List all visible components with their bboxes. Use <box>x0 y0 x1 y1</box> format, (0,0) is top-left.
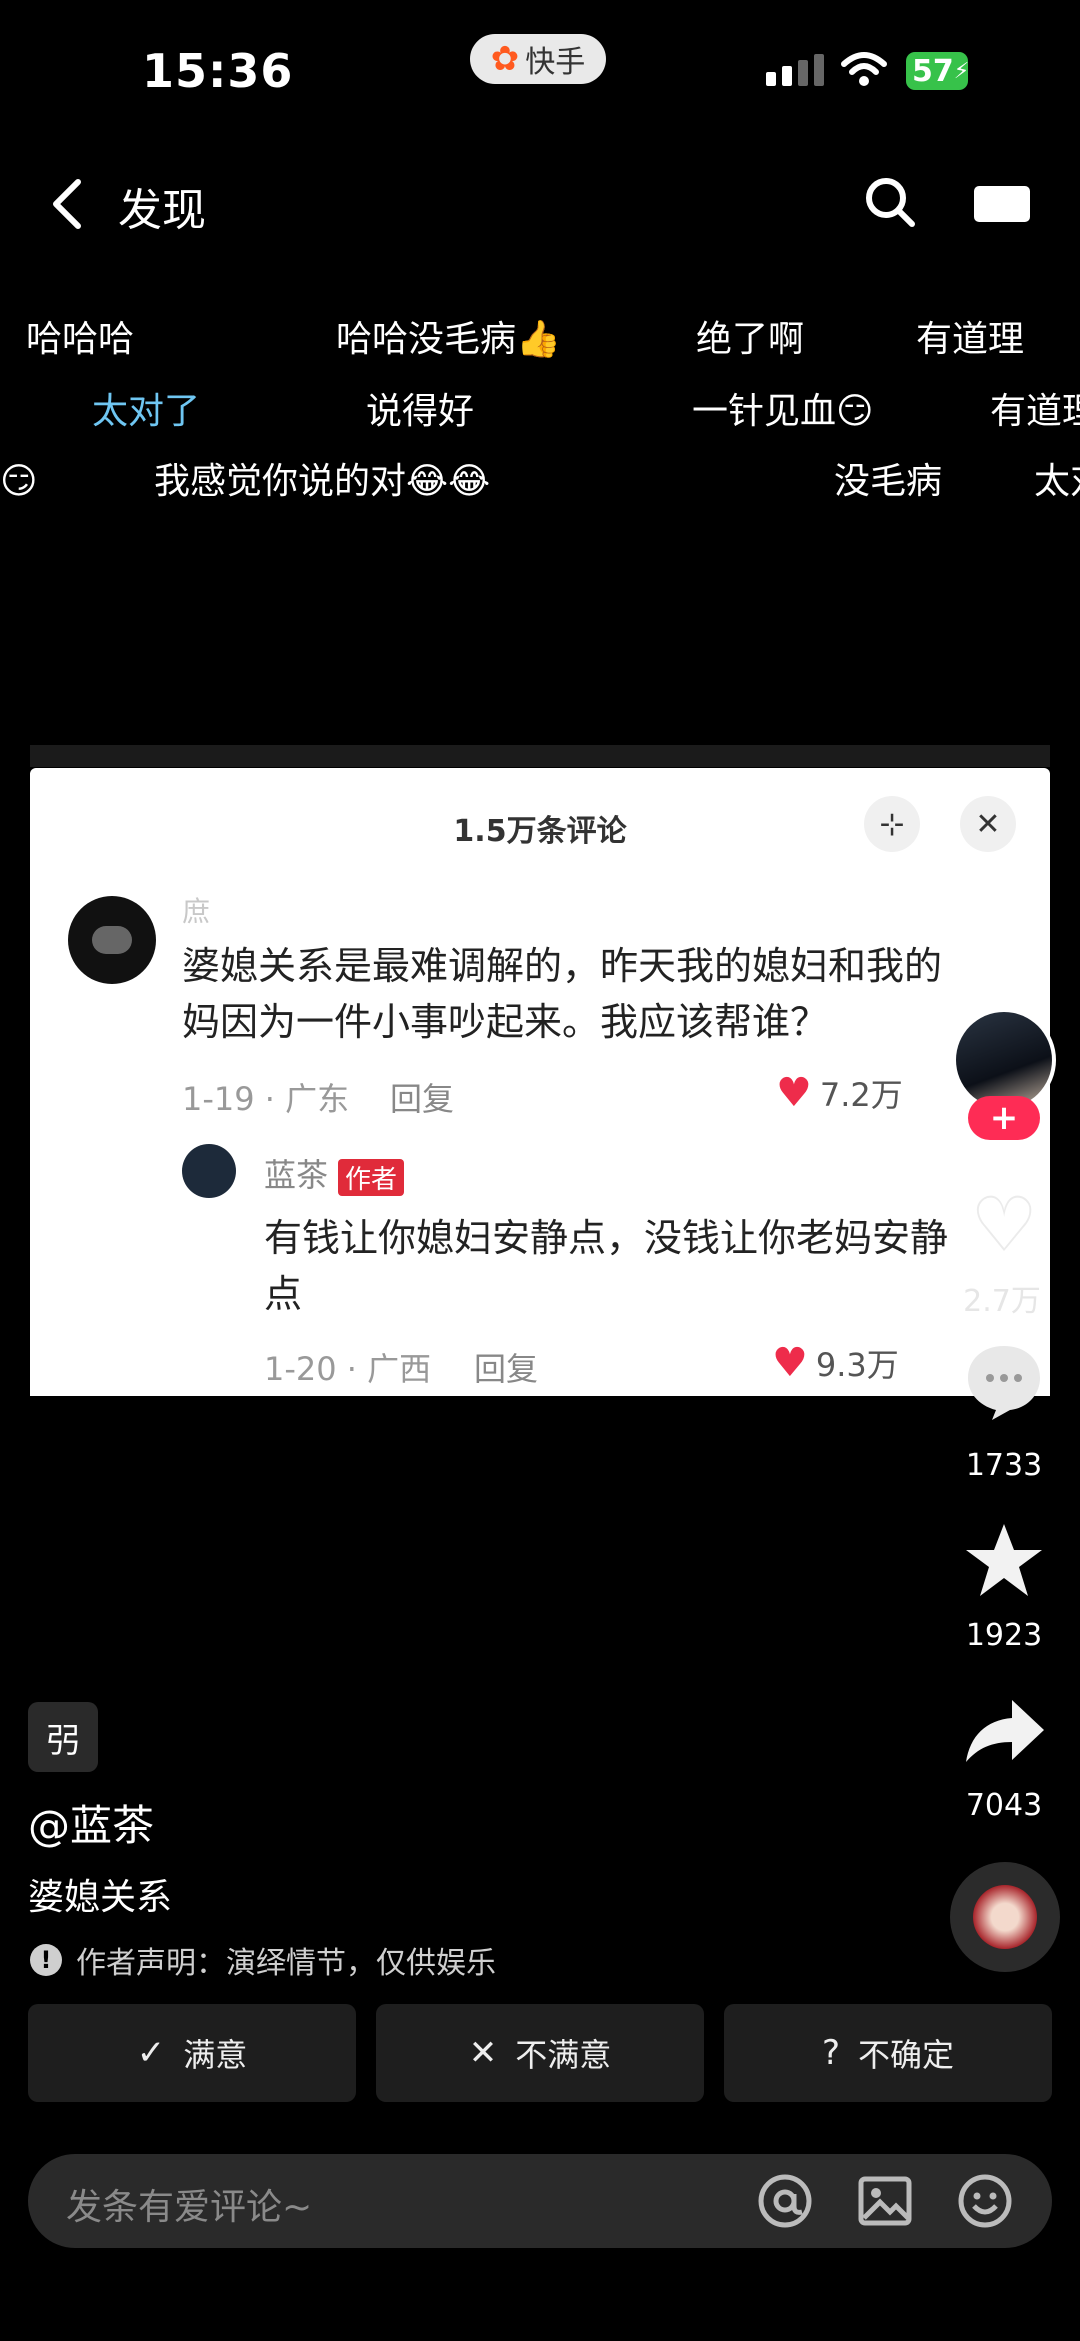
danmaku-item: 我感觉你说的对😂😂 <box>154 461 491 502</box>
comment-like-count: 7.2万 <box>819 1076 903 1114</box>
heart-icon: ♥ <box>772 1340 808 1386</box>
at-mention-icon[interactable] <box>756 2172 814 2230</box>
search-icon[interactable] <box>864 176 916 228</box>
comment-text-line1: 婆媳关系是最难调解的，昨天我的媳妇和我的 <box>182 944 943 988</box>
tag-chip[interactable]: 弜 <box>28 1702 98 1772</box>
music-disc-avatar <box>973 1885 1037 1949</box>
reply-like: ♥ 9.3万 <box>772 1340 899 1386</box>
x-icon: ✕ <box>468 2033 498 2073</box>
battery-indicator: 57 ⚡ <box>906 52 969 90</box>
danmaku-item-highlighted: 太对了 <box>92 391 201 432</box>
comment-input[interactable]: 发条有爱评论~ <box>28 2154 1052 2248</box>
danmaku-item: 说得好 <box>366 391 475 432</box>
share-arrow-icon[interactable] <box>962 1696 1046 1766</box>
exclamation-icon: ! <box>30 1944 62 1976</box>
app-indicator-pill[interactable]: ✿ 快手 <box>470 34 606 84</box>
page-title: 发现 <box>118 185 206 236</box>
unsatisfied-label: 不满意 <box>515 2036 612 2074</box>
comment-date: 1-19 · 广东 <box>182 1080 350 1118</box>
comment-text-line2: 妈因为一件小事吵起来。我应该帮谁？ <box>182 1000 829 1044</box>
comment-count: 1733 <box>965 1448 1043 1483</box>
collect-count: 1923 <box>965 1618 1043 1653</box>
danmaku-item: 绝了啊 <box>696 319 805 360</box>
image-icon[interactable] <box>856 2172 914 2230</box>
danmaku-item: 哈哈哈 <box>26 319 135 360</box>
danmaku-item: 刺😏 <box>0 461 38 502</box>
danmaku-item: 一针见血😏 <box>692 391 874 432</box>
status-time: 15:36 <box>142 44 294 98</box>
author-notice-text: 作者声明：演绎情节，仅供娱乐 <box>76 1946 496 1981</box>
app-name: 快手 <box>525 45 586 80</box>
comment-username: 庶 <box>182 895 211 928</box>
author-notice: ! 作者声明：演绎情节，仅供娱乐 <box>30 1938 496 1982</box>
comment-reply-link: 回复 <box>390 1080 455 1118</box>
chevron-left-icon[interactable] <box>50 178 84 230</box>
music-disc[interactable] <box>950 1862 1060 1972</box>
video-description: 婆媳关系 <box>28 1877 173 1918</box>
danmaku-item: 哈哈没毛病👍 <box>336 319 561 360</box>
satisfied-button[interactable]: ✓ 满意 <box>28 2004 356 2102</box>
comment-bubble-icon[interactable] <box>962 1340 1046 1424</box>
heart-icon: ♥ <box>776 1070 812 1116</box>
comment-input-placeholder: 发条有爱评论~ <box>66 2187 313 2228</box>
author-name[interactable]: @蓝茶 <box>28 1792 154 1853</box>
avatar <box>182 1144 236 1198</box>
follow-plus-button[interactable]: + <box>968 1096 1040 1140</box>
reply-text-line2: 点 <box>264 1272 303 1316</box>
emoji-icon[interactable] <box>956 2172 1014 2230</box>
like-count: 2.7万 <box>963 1284 1041 1319</box>
satisfied-label: 满意 <box>183 2036 248 2074</box>
comment-like: ♥ 7.2万 <box>776 1070 903 1116</box>
reply-date: 1-20 · 广西 <box>264 1350 432 1388</box>
kuaishou-logo-icon: ✿ <box>490 39 520 79</box>
reply-like-count: 9.3万 <box>815 1346 899 1384</box>
reply-username: 蓝茶 作者 <box>264 1150 405 1196</box>
star-icon[interactable] <box>962 1520 1046 1600</box>
danmaku-item: 有道理 <box>916 319 1025 360</box>
unsatisfied-button[interactable]: ✕ 不满意 <box>376 2004 704 2102</box>
cellular-signal-icon <box>766 54 824 86</box>
avatar <box>68 896 156 984</box>
collapse-icon: ⊹ <box>864 796 920 852</box>
uncertain-button[interactable]: ? 不确定 <box>724 2004 1052 2102</box>
author-badge: 作者 <box>338 1158 405 1196</box>
like-heart-icon[interactable]: ♡ <box>970 1180 1038 1269</box>
reply-text-line1: 有钱让你媳妇安静点，没钱让你老妈安静 <box>264 1216 949 1260</box>
danmaku-item: 有道理 <box>990 391 1080 432</box>
danmaku-item: 没毛病 <box>834 461 943 502</box>
close-icon: ✕ <box>960 796 1016 852</box>
comment-screenshot-card: 1.5万条评论 ⊹ ✕ 庶 婆媳关系是最难调解的，昨天我的媳妇和我的 妈因为一件… <box>30 768 1050 1396</box>
share-count: 7043 <box>965 1788 1043 1823</box>
screen-icon[interactable] <box>972 184 1032 224</box>
wifi-icon <box>841 52 887 86</box>
card-top-edge <box>30 745 1050 767</box>
uncertain-label: 不确定 <box>858 2036 955 2074</box>
question-icon: ? <box>821 2033 841 2073</box>
check-icon: ✓ <box>136 2033 166 2073</box>
reply-reply-link: 回复 <box>474 1350 539 1388</box>
battery-level: 57 <box>912 53 954 89</box>
danmaku-item: 太对 <box>1034 461 1080 502</box>
